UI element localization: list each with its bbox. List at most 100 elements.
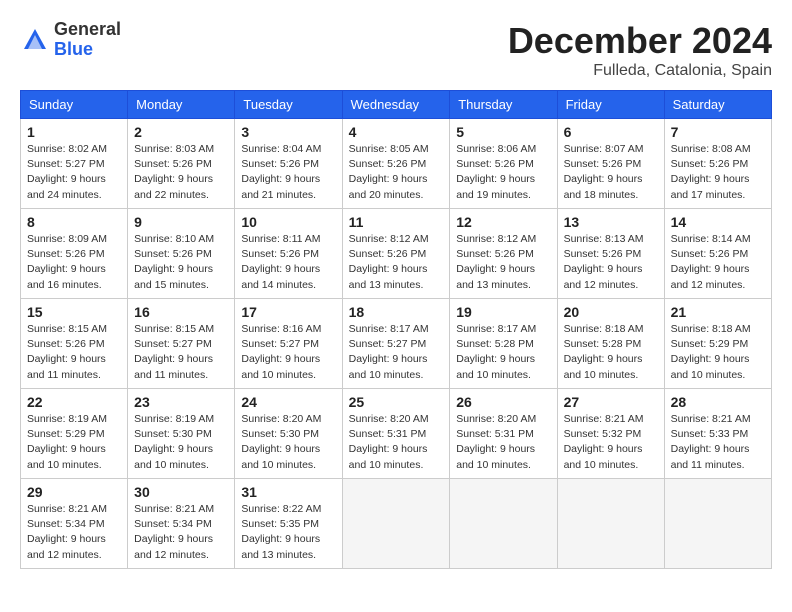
day-number: 15 [27, 304, 121, 320]
calendar-cell: 4 Sunrise: 8:05 AMSunset: 5:26 PMDayligh… [342, 119, 450, 209]
day-number: 1 [27, 124, 121, 140]
calendar-cell: 31 Sunrise: 8:22 AMSunset: 5:35 PMDaylig… [235, 479, 342, 569]
day-of-week-header: Friday [557, 91, 664, 119]
day-number: 14 [671, 214, 765, 230]
calendar-cell: 24 Sunrise: 8:20 AMSunset: 5:30 PMDaylig… [235, 389, 342, 479]
calendar-cell: 30 Sunrise: 8:21 AMSunset: 5:34 PMDaylig… [128, 479, 235, 569]
day-of-week-header: Tuesday [235, 91, 342, 119]
day-info: Sunrise: 8:15 AMSunset: 5:27 PMDaylight:… [134, 323, 214, 381]
day-info: Sunrise: 8:21 AMSunset: 5:34 PMDaylight:… [27, 503, 107, 561]
day-info: Sunrise: 8:05 AMSunset: 5:26 PMDaylight:… [349, 143, 429, 201]
day-number: 30 [134, 484, 228, 500]
calendar-cell: 5 Sunrise: 8:06 AMSunset: 5:26 PMDayligh… [450, 119, 557, 209]
day-number: 8 [27, 214, 121, 230]
calendar-cell: 11 Sunrise: 8:12 AMSunset: 5:26 PMDaylig… [342, 209, 450, 299]
day-info: Sunrise: 8:13 AMSunset: 5:26 PMDaylight:… [564, 233, 644, 291]
day-number: 24 [241, 394, 335, 410]
day-info: Sunrise: 8:11 AMSunset: 5:26 PMDaylight:… [241, 233, 320, 291]
calendar-cell: 12 Sunrise: 8:12 AMSunset: 5:26 PMDaylig… [450, 209, 557, 299]
logo-icon [20, 25, 50, 55]
day-info: Sunrise: 8:19 AMSunset: 5:30 PMDaylight:… [134, 413, 214, 471]
day-number: 29 [27, 484, 121, 500]
calendar-cell: 1 Sunrise: 8:02 AMSunset: 5:27 PMDayligh… [21, 119, 128, 209]
calendar-cell: 29 Sunrise: 8:21 AMSunset: 5:34 PMDaylig… [21, 479, 128, 569]
day-info: Sunrise: 8:03 AMSunset: 5:26 PMDaylight:… [134, 143, 214, 201]
day-info: Sunrise: 8:02 AMSunset: 5:27 PMDaylight:… [27, 143, 107, 201]
title-block: December 2024 Fulleda, Catalonia, Spain [508, 20, 772, 80]
calendar-cell: 14 Sunrise: 8:14 AMSunset: 5:26 PMDaylig… [664, 209, 771, 299]
day-number: 6 [564, 124, 658, 140]
calendar-cell: 9 Sunrise: 8:10 AMSunset: 5:26 PMDayligh… [128, 209, 235, 299]
day-number: 16 [134, 304, 228, 320]
day-info: Sunrise: 8:17 AMSunset: 5:27 PMDaylight:… [349, 323, 429, 381]
day-info: Sunrise: 8:17 AMSunset: 5:28 PMDaylight:… [456, 323, 536, 381]
day-info: Sunrise: 8:16 AMSunset: 5:27 PMDaylight:… [241, 323, 321, 381]
location: Fulleda, Catalonia, Spain [508, 62, 772, 80]
day-of-week-header: Monday [128, 91, 235, 119]
calendar-cell: 2 Sunrise: 8:03 AMSunset: 5:26 PMDayligh… [128, 119, 235, 209]
day-number: 31 [241, 484, 335, 500]
calendar-cell [342, 479, 450, 569]
day-info: Sunrise: 8:21 AMSunset: 5:32 PMDaylight:… [564, 413, 644, 471]
calendar-cell: 15 Sunrise: 8:15 AMSunset: 5:26 PMDaylig… [21, 299, 128, 389]
logo: General Blue [20, 20, 121, 60]
calendar-cell: 25 Sunrise: 8:20 AMSunset: 5:31 PMDaylig… [342, 389, 450, 479]
calendar-cell: 3 Sunrise: 8:04 AMSunset: 5:26 PMDayligh… [235, 119, 342, 209]
day-of-week-header: Sunday [21, 91, 128, 119]
day-number: 10 [241, 214, 335, 230]
day-number: 12 [456, 214, 550, 230]
calendar-cell: 7 Sunrise: 8:08 AMSunset: 5:26 PMDayligh… [664, 119, 771, 209]
calendar-cell: 21 Sunrise: 8:18 AMSunset: 5:29 PMDaylig… [664, 299, 771, 389]
day-number: 4 [349, 124, 444, 140]
calendar-cell [664, 479, 771, 569]
calendar-cell [557, 479, 664, 569]
month-title: December 2024 [508, 20, 772, 62]
day-number: 23 [134, 394, 228, 410]
day-info: Sunrise: 8:19 AMSunset: 5:29 PMDaylight:… [27, 413, 107, 471]
logo-blue: Blue [54, 39, 93, 59]
calendar-table: SundayMondayTuesdayWednesdayThursdayFrid… [20, 90, 772, 569]
calendar-cell: 20 Sunrise: 8:18 AMSunset: 5:28 PMDaylig… [557, 299, 664, 389]
day-number: 21 [671, 304, 765, 320]
day-number: 22 [27, 394, 121, 410]
day-of-week-header: Saturday [664, 91, 771, 119]
calendar-cell: 23 Sunrise: 8:19 AMSunset: 5:30 PMDaylig… [128, 389, 235, 479]
calendar-cell: 19 Sunrise: 8:17 AMSunset: 5:28 PMDaylig… [450, 299, 557, 389]
day-of-week-header: Wednesday [342, 91, 450, 119]
calendar-cell: 22 Sunrise: 8:19 AMSunset: 5:29 PMDaylig… [21, 389, 128, 479]
calendar-cell: 10 Sunrise: 8:11 AMSunset: 5:26 PMDaylig… [235, 209, 342, 299]
calendar-cell: 13 Sunrise: 8:13 AMSunset: 5:26 PMDaylig… [557, 209, 664, 299]
day-info: Sunrise: 8:12 AMSunset: 5:26 PMDaylight:… [349, 233, 429, 291]
day-number: 9 [134, 214, 228, 230]
day-info: Sunrise: 8:20 AMSunset: 5:31 PMDaylight:… [349, 413, 429, 471]
day-info: Sunrise: 8:10 AMSunset: 5:26 PMDaylight:… [134, 233, 214, 291]
calendar-cell: 27 Sunrise: 8:21 AMSunset: 5:32 PMDaylig… [557, 389, 664, 479]
day-number: 18 [349, 304, 444, 320]
day-info: Sunrise: 8:07 AMSunset: 5:26 PMDaylight:… [564, 143, 644, 201]
day-info: Sunrise: 8:04 AMSunset: 5:26 PMDaylight:… [241, 143, 321, 201]
day-number: 2 [134, 124, 228, 140]
day-number: 28 [671, 394, 765, 410]
day-info: Sunrise: 8:20 AMSunset: 5:30 PMDaylight:… [241, 413, 321, 471]
day-info: Sunrise: 8:21 AMSunset: 5:34 PMDaylight:… [134, 503, 214, 561]
page-header: General Blue December 2024 Fulleda, Cata… [20, 20, 772, 80]
calendar-cell: 28 Sunrise: 8:21 AMSunset: 5:33 PMDaylig… [664, 389, 771, 479]
day-number: 3 [241, 124, 335, 140]
day-info: Sunrise: 8:09 AMSunset: 5:26 PMDaylight:… [27, 233, 107, 291]
day-info: Sunrise: 8:18 AMSunset: 5:28 PMDaylight:… [564, 323, 644, 381]
day-number: 7 [671, 124, 765, 140]
day-number: 20 [564, 304, 658, 320]
calendar-cell: 6 Sunrise: 8:07 AMSunset: 5:26 PMDayligh… [557, 119, 664, 209]
calendar-cell: 26 Sunrise: 8:20 AMSunset: 5:31 PMDaylig… [450, 389, 557, 479]
day-number: 13 [564, 214, 658, 230]
day-number: 11 [349, 214, 444, 230]
day-number: 27 [564, 394, 658, 410]
day-info: Sunrise: 8:20 AMSunset: 5:31 PMDaylight:… [456, 413, 536, 471]
day-number: 19 [456, 304, 550, 320]
calendar-cell: 16 Sunrise: 8:15 AMSunset: 5:27 PMDaylig… [128, 299, 235, 389]
day-info: Sunrise: 8:12 AMSunset: 5:26 PMDaylight:… [456, 233, 536, 291]
logo-general: General [54, 19, 121, 39]
day-info: Sunrise: 8:22 AMSunset: 5:35 PMDaylight:… [241, 503, 321, 561]
day-number: 25 [349, 394, 444, 410]
calendar-cell: 17 Sunrise: 8:16 AMSunset: 5:27 PMDaylig… [235, 299, 342, 389]
